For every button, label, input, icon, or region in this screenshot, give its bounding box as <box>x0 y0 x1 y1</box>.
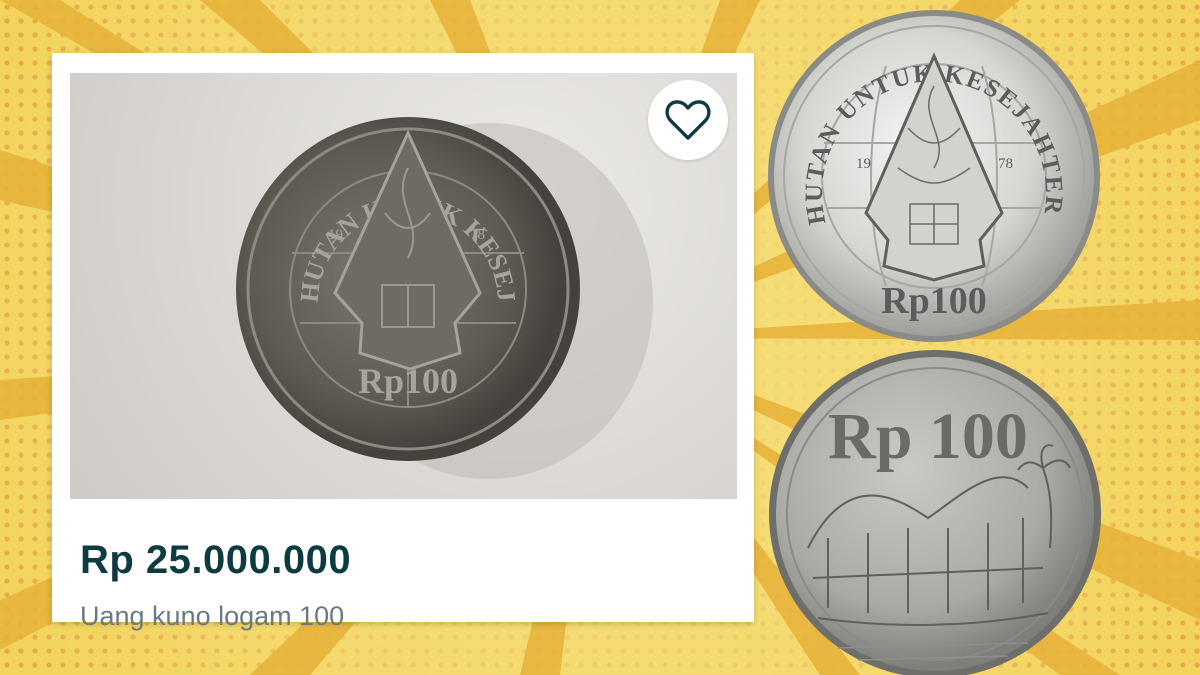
listing-card[interactable]: HUTAN UNTUK KESEJAHTERAAN 19 78 Rp100 Rp… <box>52 53 754 631</box>
coin-front-year-left: 19 <box>856 156 871 172</box>
coin-front-year-right: 78 <box>998 156 1013 172</box>
coin-front-image: HUTAN UNTUK KESEJAHTERAAN 19 78 Rp100 <box>766 8 1100 342</box>
listing-photo[interactable]: HUTAN UNTUK KESEJAHTERAAN 19 78 Rp100 <box>70 73 737 499</box>
favorite-button[interactable] <box>648 80 728 160</box>
coin-back-image: Rp 100 <box>769 350 1101 675</box>
listing-price: Rp 25.000.000 <box>80 538 352 582</box>
listing-title[interactable]: Uang kuno logam 100 <box>80 601 344 632</box>
heart-outline-icon <box>665 100 711 140</box>
photo-year-left: 19 <box>328 227 343 243</box>
coin-front-denomination: Rp100 <box>881 280 987 322</box>
coin-back-denomination: Rp 100 <box>828 400 1028 473</box>
photo-denomination: Rp100 <box>358 361 458 401</box>
photo-year-right: 78 <box>470 227 485 243</box>
